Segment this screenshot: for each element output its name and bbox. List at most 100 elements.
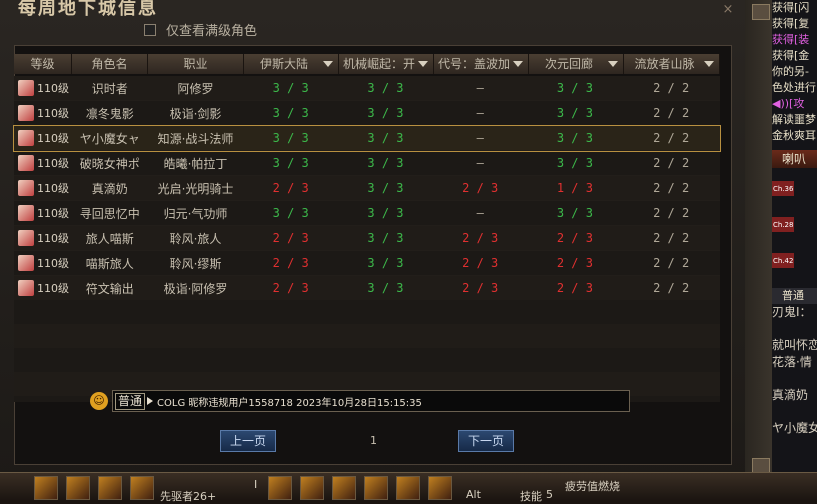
dungeon-count-cell: 2 / 3: [556, 256, 593, 270]
skill-slot-icon[interactable]: [130, 476, 154, 500]
channel-mode-select[interactable]: 普通: [772, 288, 817, 304]
dungeon-count-cell: 3 / 3: [272, 206, 309, 220]
level-cell: 110级: [14, 180, 72, 196]
header-dungeon-2[interactable]: 机械崛起：开战: [339, 54, 434, 91]
dungeon-count-cell: 2 / 2: [653, 181, 690, 195]
filter-checkbox[interactable]: [144, 23, 156, 36]
skill-slot-icon[interactable]: [98, 476, 122, 500]
level-text: 110级: [37, 82, 69, 95]
level-cell: 110级: [14, 155, 72, 171]
skill-slot-icon[interactable]: [268, 476, 292, 500]
dungeon-count-cell: 2 / 3: [462, 281, 499, 295]
job-cell: 皓曦·帕拉丁: [163, 156, 228, 171]
next-page-button[interactable]: 下一页: [458, 430, 514, 452]
chat-input[interactable]: 普通 COLG 昵称违规用户1558718 2023年10月28日15:15:3…: [112, 390, 630, 412]
table-row[interactable]: 110级 寻回思忆中 归元·气功师 3 / 3 3 / 3 – 3 / 3 2 / 2: [14, 201, 720, 226]
level-text: 110级: [37, 257, 69, 270]
character-avatar-icon: [18, 130, 34, 146]
dungeon-count-cell: 3 / 3: [556, 106, 593, 120]
sidebar-line: 获得[闪: [772, 1, 810, 14]
job-cell: 知源·战斗法师: [157, 131, 234, 146]
dungeon-count-cell: 2 / 2: [653, 156, 690, 170]
level-cell: 110级: [14, 80, 72, 96]
scroll-up-button[interactable]: [752, 4, 770, 20]
dungeon-count-cell: 2 / 2: [653, 206, 690, 220]
filter-label: 仅查看满级角色: [166, 24, 258, 39]
character-name-cell: 识时者: [91, 81, 128, 96]
skill-slot-icon[interactable]: [364, 476, 388, 500]
dungeon-count-cell: –: [476, 131, 484, 145]
skill-slot-icon[interactable]: [34, 476, 58, 500]
character-avatar-icon: [18, 230, 34, 246]
level-cell: 110级: [14, 105, 72, 121]
dungeon-count-cell: 2 / 3: [272, 281, 309, 295]
max-level-filter[interactable]: 仅查看满级角色: [144, 20, 257, 39]
character-name: 先驱者26+: [160, 490, 217, 503]
table-row[interactable]: 110级 真滴奶 光启·光明骑士 2 / 3 3 / 3 2 / 3 1 / 3 2 / 2: [14, 176, 720, 201]
chat-mode-button[interactable]: 普通: [115, 392, 146, 410]
table-row[interactable]: 110级 凛冬鬼影 极诣·剑影 3 / 3 3 / 3 – 3 / 3 2 / 2: [14, 101, 720, 126]
level-text: 110级: [37, 282, 69, 295]
character-avatar-icon: [18, 80, 34, 96]
channel-badge: Ch.36: [772, 181, 795, 196]
job-cell: 光启·光明骑士: [157, 181, 234, 196]
level-cell: 110级: [14, 280, 72, 296]
character-name-cell: 旅人喵斯: [85, 231, 134, 246]
sidebar-chat-line: ヤ小魔女: [772, 421, 817, 435]
header-dungeon-3[interactable]: 代号：盖波加: [434, 54, 529, 74]
character-avatar-icon: [18, 180, 34, 196]
weekly-dungeon-panel: 每周地下城信息 × 仅查看满级角色 等级 角色名 职业 伊斯大陆 机械崛起：开战…: [0, 0, 746, 480]
skill-slot-icon[interactable]: [396, 476, 420, 500]
prev-page-button[interactable]: 上一页: [220, 430, 276, 452]
dungeon-count-cell: 3 / 3: [556, 206, 593, 220]
level-text: 110级: [37, 232, 69, 245]
close-icon[interactable]: ×: [720, 2, 736, 18]
table-row[interactable]: 110级 旅人喵斯 聆风·旅人 2 / 3 3 / 3 2 / 3 2 / 3 2 / 2: [14, 226, 720, 251]
dungeon-count-cell: 3 / 3: [556, 81, 593, 95]
dungeon-count-cell: 3 / 3: [367, 106, 404, 120]
header-dungeon-1[interactable]: 伊斯大陆: [244, 54, 339, 74]
header-dungeon-5[interactable]: 流放者山脉: [624, 54, 720, 74]
dungeon-count-cell: 3 / 3: [367, 156, 404, 170]
dungeon-count-cell: 3 / 3: [367, 256, 404, 270]
dungeon-count-cell: 3 / 3: [556, 131, 593, 145]
character-name-cell: ヤ小魔女ャ: [79, 131, 140, 146]
header-level: 等级: [14, 54, 72, 74]
dungeon-count-cell: 3 / 3: [367, 181, 404, 195]
sidebar-chat-line: 就叫怀恋: [772, 338, 817, 352]
character-name-cell: 符文输出: [85, 281, 134, 296]
dungeon-count-cell: 3 / 3: [556, 156, 593, 170]
hotkey-label: I: [254, 478, 258, 491]
character-name-cell: 凛冬鬼影: [85, 106, 134, 121]
job-cell: 极诣·剑影: [169, 106, 222, 121]
job-cell: 极诣·阿修罗: [163, 281, 228, 296]
skill-slot-icon[interactable]: [428, 476, 452, 500]
job-cell: 归元·气功师: [163, 206, 228, 221]
dungeon-count-cell: 3 / 3: [272, 131, 309, 145]
dungeon-count-cell: 2 / 3: [272, 256, 309, 270]
emoji-icon[interactable]: ☺: [90, 392, 108, 410]
character-avatar-icon: [18, 255, 34, 271]
level-cell: 110级: [14, 255, 72, 271]
level-text: 110级: [37, 107, 69, 120]
character-name-cell: 破晓女神ポ: [79, 156, 140, 171]
level-cell: 110级: [14, 205, 72, 221]
header-job: 职业: [148, 54, 244, 74]
table-row[interactable]: 110级 ヤ小魔女ャ 知源·战斗法师 3 / 3 3 / 3 – 3 / 3 2 / 2: [13, 125, 721, 152]
table-row[interactable]: 110级 破晓女神ポ 皓曦·帕拉丁 3 / 3 3 / 3 – 3 / 3 2 / 2: [14, 151, 720, 176]
skill-slot-icon[interactable]: [332, 476, 356, 500]
table-row[interactable]: 110级 识时者 阿修罗 3 / 3 3 / 3 – 3 / 3 2 / 2: [14, 76, 720, 101]
skill-slot-icon[interactable]: [300, 476, 324, 500]
skill-label: 技能: [520, 490, 542, 503]
table-empty-rows: [14, 300, 720, 402]
job-cell: 聆风·旅人: [169, 231, 222, 246]
horn-channel-header[interactable]: 喇叭: [772, 150, 817, 168]
table-row[interactable]: 110级 喵斯旅人 聆风·缪斯 2 / 3 3 / 3 2 / 3 2 / 3 2 / 2: [14, 251, 720, 276]
sidebar-line: 你的另-: [772, 65, 809, 78]
character-avatar-icon: [18, 280, 34, 296]
chat-text: COLG 昵称违规用户1558718 2023年10月28日15:15:35: [157, 397, 422, 409]
dungeon-count-cell: 2 / 3: [462, 181, 499, 195]
header-dungeon-4[interactable]: 次元回廊: [529, 54, 624, 74]
table-row[interactable]: 110级 符文输出 极诣·阿修罗 2 / 3 3 / 3 2 / 3 2 / 3 2 / 2: [14, 276, 720, 301]
skill-slot-icon[interactable]: [66, 476, 90, 500]
